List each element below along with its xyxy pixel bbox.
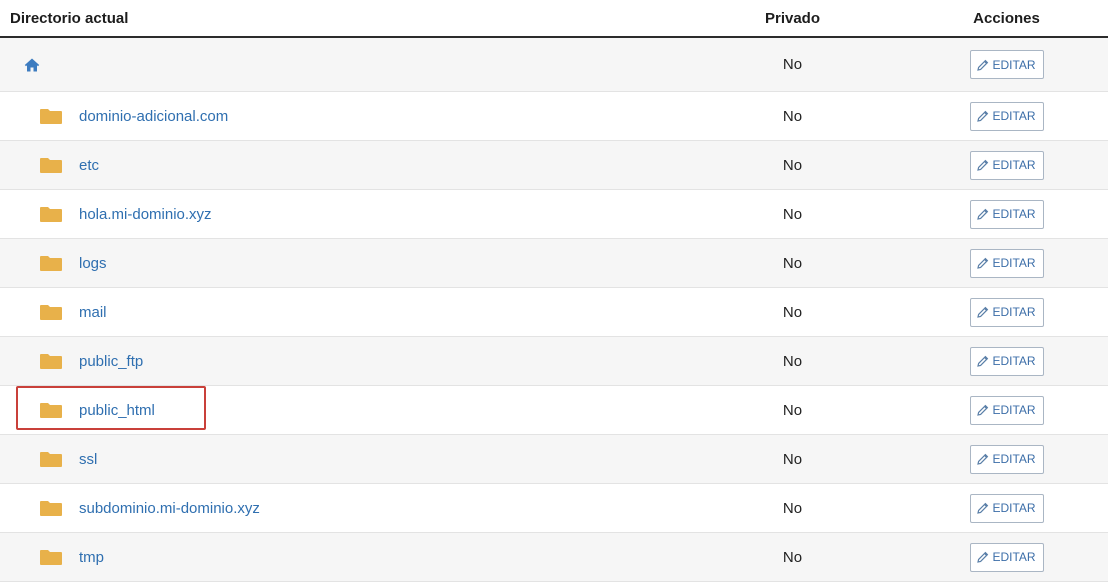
private-value: No [782,548,803,566]
edit-button[interactable]: EDITAR [969,150,1044,180]
directory-link[interactable]: public_html [79,402,155,419]
folder-icon [40,500,62,516]
edit-button[interactable]: EDITAR [969,50,1044,79]
table-row: hola.mi-dominio.xyz No EDITAR [0,190,1108,239]
table-row: subdominio.mi-dominio.xyz No EDITAR [0,484,1108,533]
header-current-directory: Directorio actual [10,9,129,27]
folder-icon [40,108,62,124]
table-row: dominio-adicional.com No EDITAR [0,92,1108,141]
edit-button[interactable]: EDITAR [969,101,1044,131]
edit-label: EDITAR [992,57,1036,72]
directory-link[interactable]: ssl [79,451,97,468]
edit-label: EDITAR [992,354,1036,368]
directory-link[interactable]: subdominio.mi-dominio.xyz [79,500,260,517]
edit-button[interactable]: EDITAR [969,542,1044,572]
edit-button[interactable]: EDITAR [969,493,1044,523]
pencil-icon [977,257,989,269]
table-row: public_ftp No EDITAR [0,337,1108,386]
edit-button[interactable]: EDITAR [969,248,1044,278]
edit-label: EDITAR [992,158,1036,172]
edit-label: EDITAR [992,207,1036,221]
pencil-icon [977,404,989,416]
folder-icon [40,304,62,320]
private-value: No [782,56,803,73]
edit-label: EDITAR [992,305,1036,319]
folder-icon [40,402,62,418]
directory-link[interactable]: tmp [79,549,104,566]
directory-link[interactable]: etc [79,157,99,174]
folder-icon [40,206,62,222]
pencil-icon [977,159,989,171]
edit-button[interactable]: EDITAR [969,444,1044,474]
private-value: No [782,107,803,125]
folder-icon [40,549,62,565]
edit-label: EDITAR [992,501,1036,515]
private-value: No [782,156,803,174]
edit-label: EDITAR [992,550,1036,564]
header-private: Privado [764,9,821,27]
home-icon[interactable] [24,57,40,73]
pencil-icon [977,59,989,71]
table-header: Directorio actual Privado Acciones [0,0,1108,38]
directory-link[interactable]: mail [79,304,107,321]
private-value: No [782,499,803,517]
edit-label: EDITAR [992,256,1036,270]
header-actions: Acciones [973,9,1040,27]
folder-icon [40,451,62,467]
private-value: No [782,450,803,468]
edit-button[interactable]: EDITAR [969,346,1044,376]
table-row: public_html No EDITAR [0,386,1108,435]
private-value: No [782,401,803,419]
pencil-icon [977,502,989,514]
pencil-icon [977,355,989,367]
folder-icon [40,255,62,271]
directory-table: Directorio actual Privado Acciones No ED… [0,0,1108,582]
directory-link[interactable]: public_ftp [79,353,143,370]
pencil-icon [977,208,989,220]
edit-button[interactable]: EDITAR [969,297,1044,327]
folder-icon [40,353,62,369]
edit-label: EDITAR [992,403,1036,417]
pencil-icon [977,551,989,563]
directory-link[interactable]: hola.mi-dominio.xyz [79,206,212,223]
table-row: etc No EDITAR [0,141,1108,190]
table-row: tmp No EDITAR [0,533,1108,582]
pencil-icon [977,453,989,465]
table-row: mail No EDITAR [0,288,1108,337]
table-row-home: No EDITAR [0,38,1108,92]
edit-button[interactable]: EDITAR [969,199,1044,229]
pencil-icon [977,306,989,318]
table-row: logs No EDITAR [0,239,1108,288]
table-row: ssl No EDITAR [0,435,1108,484]
private-value: No [782,254,803,272]
pencil-icon [977,110,989,122]
edit-label: EDITAR [992,452,1036,466]
private-value: No [782,303,803,321]
directory-link[interactable]: dominio-adicional.com [79,108,228,125]
directory-link[interactable]: logs [79,255,107,272]
folder-icon [40,157,62,173]
private-value: No [782,352,803,370]
edit-label: EDITAR [992,109,1036,123]
private-value: No [782,205,803,223]
edit-button[interactable]: EDITAR [969,395,1044,425]
